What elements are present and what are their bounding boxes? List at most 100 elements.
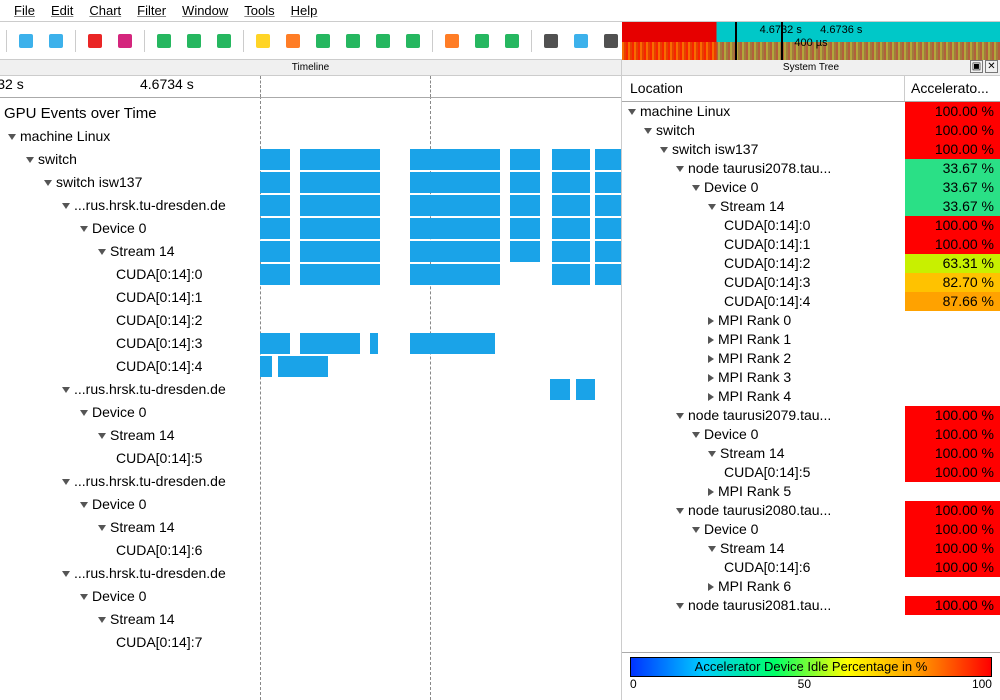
system-tree-row[interactable]: MPI Rank 1 bbox=[622, 330, 1000, 349]
system-tree-row[interactable]: CUDA[0:14]:487.66 % bbox=[622, 292, 1000, 311]
event-bar[interactable] bbox=[260, 149, 290, 170]
event-bar[interactable] bbox=[300, 218, 380, 239]
column-location[interactable]: Location bbox=[622, 76, 905, 101]
event-bar[interactable] bbox=[510, 218, 540, 239]
event-bar[interactable] bbox=[510, 149, 540, 170]
event-bar[interactable] bbox=[552, 172, 590, 193]
timeline-tree-item[interactable]: Stream 14 bbox=[0, 424, 260, 447]
timeline-tree-item[interactable]: Stream 14 bbox=[0, 608, 260, 631]
timeline-tree-item[interactable]: ...rus.hrsk.tu-dresden.de bbox=[0, 378, 260, 401]
timeline-canvas[interactable] bbox=[260, 98, 621, 700]
system-tree-row[interactable]: MPI Rank 6 bbox=[622, 577, 1000, 596]
time-ruler[interactable]: 4.6732 s4.6734 s bbox=[0, 76, 621, 98]
event-bar[interactable] bbox=[260, 195, 290, 216]
event-bar[interactable] bbox=[595, 172, 621, 193]
expand-icon[interactable] bbox=[708, 583, 714, 591]
event-bar[interactable] bbox=[595, 241, 621, 262]
event-bar[interactable] bbox=[260, 172, 290, 193]
expand-icon[interactable] bbox=[44, 180, 52, 186]
expand-icon[interactable] bbox=[62, 571, 70, 577]
event-bar[interactable] bbox=[278, 356, 328, 377]
expand-icon[interactable] bbox=[80, 410, 88, 416]
menu-help[interactable]: Help bbox=[283, 1, 326, 20]
system-tree-row[interactable]: Device 0100.00 % bbox=[622, 520, 1000, 539]
expand-icon[interactable] bbox=[98, 617, 106, 623]
expand-icon[interactable] bbox=[708, 451, 716, 457]
menu-chart[interactable]: Chart bbox=[81, 1, 129, 20]
expand-icon[interactable] bbox=[98, 249, 106, 255]
system-tree-row[interactable]: machine Linux100.00 % bbox=[622, 102, 1000, 121]
expand-icon[interactable] bbox=[708, 355, 714, 363]
timeline-tree-item[interactable]: Device 0 bbox=[0, 401, 260, 424]
timeline-tree[interactable]: GPU Events over Time machine Linuxswitch… bbox=[0, 98, 260, 700]
event-bar[interactable] bbox=[410, 172, 500, 193]
system-tree-row[interactable]: node taurusi2080.tau...100.00 % bbox=[622, 501, 1000, 520]
expand-icon[interactable] bbox=[708, 204, 716, 210]
expand-icon[interactable] bbox=[708, 488, 714, 496]
undock-icon[interactable]: ▣ bbox=[970, 60, 983, 73]
system-tree-row[interactable]: Stream 1433.67 % bbox=[622, 197, 1000, 216]
hierarchy-icon[interactable] bbox=[499, 28, 525, 54]
menu-tools[interactable]: Tools bbox=[236, 1, 282, 20]
event-bar[interactable] bbox=[550, 379, 570, 400]
tree-icon[interactable] bbox=[469, 28, 495, 54]
event-bar[interactable] bbox=[300, 195, 380, 216]
event-bar[interactable] bbox=[595, 264, 621, 285]
system-tree-row[interactable]: MPI Rank 4 bbox=[622, 387, 1000, 406]
expand-icon[interactable] bbox=[708, 336, 714, 344]
system-tree-row[interactable]: MPI Rank 5 bbox=[622, 482, 1000, 501]
column-accelerator[interactable]: Accelerato... bbox=[905, 76, 1000, 101]
timeline-tree-item[interactable]: Device 0 bbox=[0, 217, 260, 240]
timeline-tree-item[interactable]: switch bbox=[0, 148, 260, 171]
menu-file[interactable]: File bbox=[6, 1, 43, 20]
overview-minimap[interactable]: 4.6732 s 4.6736 s 400 µs bbox=[622, 22, 1000, 60]
expand-icon[interactable] bbox=[708, 546, 716, 552]
event-bar[interactable] bbox=[300, 264, 380, 285]
timeline-tree-item[interactable]: switch isw137 bbox=[0, 171, 260, 194]
system-tree-row[interactable]: Device 0100.00 % bbox=[622, 425, 1000, 444]
system-tree-row[interactable]: Stream 14100.00 % bbox=[622, 539, 1000, 558]
expand-icon[interactable] bbox=[80, 502, 88, 508]
expand-icon[interactable] bbox=[676, 603, 684, 609]
expand-icon[interactable] bbox=[676, 166, 684, 172]
system-tree-header[interactable]: Location Accelerato... bbox=[622, 76, 1000, 102]
event-bar[interactable] bbox=[370, 333, 378, 354]
expand-icon[interactable] bbox=[26, 157, 34, 163]
grid-icon[interactable] bbox=[439, 28, 465, 54]
note-icon[interactable] bbox=[598, 28, 624, 54]
event-bar[interactable] bbox=[552, 218, 590, 239]
event-bar[interactable] bbox=[410, 241, 500, 262]
refresh-icon[interactable] bbox=[112, 28, 138, 54]
system-tree-row[interactable]: CUDA[0:14]:6100.00 % bbox=[622, 558, 1000, 577]
timeline-tree-item[interactable]: Stream 14 bbox=[0, 240, 260, 263]
sort-icon[interactable] bbox=[82, 28, 108, 54]
menu-filter[interactable]: Filter bbox=[129, 1, 174, 20]
event-bar[interactable] bbox=[510, 172, 540, 193]
event-bar[interactable] bbox=[576, 379, 595, 400]
system-tree-row[interactable]: MPI Rank 2 bbox=[622, 349, 1000, 368]
system-tree-body[interactable]: machine Linux100.00 %switch100.00 %switc… bbox=[622, 102, 1000, 652]
timeline-tree-item[interactable]: Stream 14 bbox=[0, 516, 260, 539]
event-bar[interactable] bbox=[260, 356, 272, 377]
timeline-tree-item[interactable]: CUDA[0:14]:0 bbox=[0, 263, 260, 286]
timeline-tree-item[interactable]: Device 0 bbox=[0, 585, 260, 608]
list-icon[interactable] bbox=[538, 28, 564, 54]
event-bar[interactable] bbox=[300, 241, 380, 262]
timeline-tree-item[interactable]: ...rus.hrsk.tu-dresden.de bbox=[0, 562, 260, 585]
timeline-tree-item[interactable]: CUDA[0:14]:1 bbox=[0, 286, 260, 309]
event-bar[interactable] bbox=[552, 149, 590, 170]
timeline-tree-item[interactable]: CUDA[0:14]:2 bbox=[0, 309, 260, 332]
event-bar[interactable] bbox=[300, 172, 380, 193]
expand-icon[interactable] bbox=[708, 374, 714, 382]
expand-icon[interactable] bbox=[660, 147, 668, 153]
event-bar[interactable] bbox=[410, 218, 500, 239]
expand-icon[interactable] bbox=[708, 393, 714, 401]
back-icon[interactable] bbox=[340, 28, 366, 54]
pin-icon[interactable] bbox=[568, 28, 594, 54]
expand-icon[interactable] bbox=[62, 203, 70, 209]
flag-icon[interactable] bbox=[250, 28, 276, 54]
system-tree-row[interactable]: MPI Rank 3 bbox=[622, 368, 1000, 387]
event-bar[interactable] bbox=[410, 333, 495, 354]
event-bar[interactable] bbox=[595, 149, 621, 170]
event-bar[interactable] bbox=[595, 218, 621, 239]
